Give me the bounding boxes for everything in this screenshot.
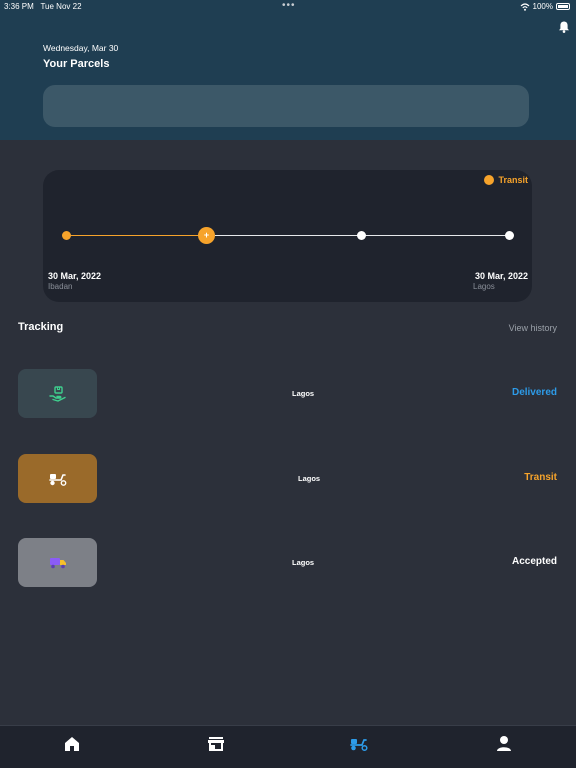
status-indicators: 100% bbox=[520, 2, 570, 11]
tracking-status: Accepted bbox=[511, 556, 557, 567]
status-bar: 3:36 PM Tue Nov 22 ••• 100% bbox=[0, 0, 576, 14]
tracking-status: Transit bbox=[524, 472, 557, 483]
progress-marker-icon: + bbox=[198, 227, 215, 244]
tracking-city: Lagos bbox=[292, 389, 315, 398]
origin-city: Ibadan bbox=[48, 282, 73, 291]
truck-icon bbox=[49, 558, 66, 569]
tracking-icon-box bbox=[18, 454, 97, 503]
tracking-status: Delivered bbox=[511, 387, 557, 398]
origin-date: 30 Mar, 2022 bbox=[48, 271, 102, 281]
page-title: Your Parcels bbox=[43, 58, 110, 70]
scooter-icon bbox=[48, 473, 66, 486]
tracking-row[interactable]: Lagos Delivered bbox=[0, 369, 576, 419]
current-date: Wednesday, Mar 30 bbox=[43, 43, 119, 53]
view-history-link[interactable]: View history bbox=[509, 323, 557, 333]
destination-city: Lagos bbox=[473, 282, 495, 291]
status-time: 3:36 PM Tue Nov 22 bbox=[4, 2, 82, 11]
tracking-heading: Tracking bbox=[18, 321, 64, 333]
home-icon[interactable] bbox=[62, 734, 82, 754]
tracking-row[interactable]: Lagos Accepted bbox=[0, 538, 576, 588]
store-icon[interactable] bbox=[206, 734, 226, 754]
destination-node bbox=[505, 231, 514, 240]
header-panel: 3:36 PM Tue Nov 22 ••• 100% Wednesday, M… bbox=[0, 0, 576, 140]
tracking-city: Lagos bbox=[298, 474, 321, 483]
bottom-nav bbox=[0, 725, 576, 768]
multitask-dots[interactable]: ••• bbox=[282, 0, 296, 11]
hand-package-icon bbox=[48, 385, 66, 402]
destination-date: 30 Mar, 2022 bbox=[474, 271, 528, 281]
route-card[interactable]: Transit + 30 Mar, 2022 Ibadan 30 Mar, 20… bbox=[43, 170, 532, 302]
tracking-icon-box bbox=[18, 369, 97, 418]
waypoint-node bbox=[357, 231, 366, 240]
battery-percent: 100% bbox=[532, 2, 553, 11]
profile-icon[interactable] bbox=[494, 734, 514, 754]
search-input[interactable] bbox=[43, 85, 529, 127]
wifi-icon bbox=[520, 2, 529, 11]
origin-node bbox=[62, 231, 71, 240]
bell-icon[interactable] bbox=[557, 20, 571, 34]
tracking-icon-box bbox=[18, 538, 97, 587]
tracking-city: Lagos bbox=[292, 558, 315, 567]
battery-icon bbox=[556, 3, 570, 10]
status-time-value: 3:36 PM bbox=[4, 2, 34, 11]
status-date: Tue Nov 22 bbox=[40, 2, 82, 11]
status-badge: Transit bbox=[484, 175, 528, 185]
status-badge-label: Transit bbox=[498, 175, 528, 185]
progress-line-completed bbox=[66, 235, 198, 236]
scooter-icon[interactable] bbox=[349, 734, 369, 754]
tracking-row[interactable]: Lagos Transit bbox=[0, 454, 576, 504]
status-dot-icon bbox=[484, 175, 495, 185]
